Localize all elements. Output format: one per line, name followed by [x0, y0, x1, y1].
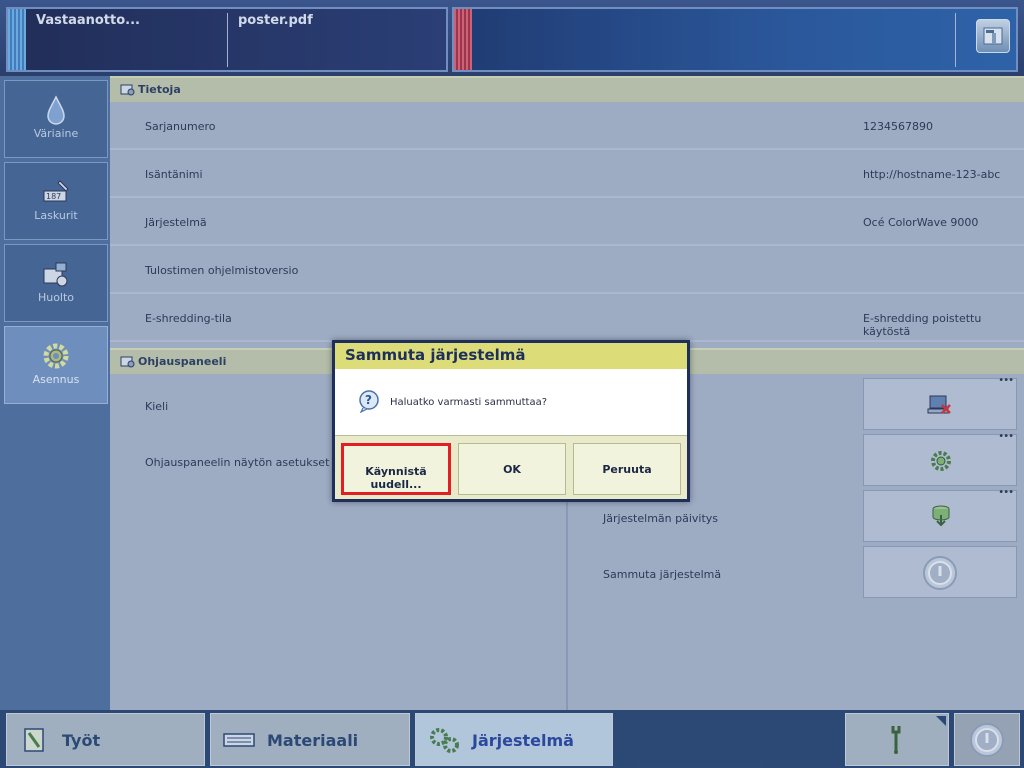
divider — [227, 13, 228, 67]
settings-button[interactable]: ••• — [863, 431, 1017, 486]
more-icon: ••• — [998, 375, 1014, 386]
system-update-button[interactable]: ••• — [863, 487, 1017, 542]
settings-gear-icon — [931, 451, 951, 471]
remote-access-button[interactable]: ••• — [863, 375, 1017, 430]
job-status-stripe — [8, 9, 26, 70]
row-label: Ohjauspaneelin näytön asetukset — [145, 456, 330, 469]
job-name: Vastaanotto... — [36, 13, 140, 28]
file-name: poster.pdf — [238, 13, 313, 28]
row-label: Kieli — [145, 400, 169, 413]
power-icon — [970, 723, 1004, 757]
info-row: E-shredding-tila E-shredding poistettu k… — [110, 296, 1024, 342]
section-title: Tietoja — [138, 83, 181, 96]
info-row: Isäntänimi http://hostname-123-abc — [110, 152, 1024, 198]
printer-status-panel[interactable] — [452, 7, 1018, 72]
tab-label: Järjestelmä — [472, 731, 574, 750]
nav-item-label: Laskurit — [34, 209, 78, 222]
info-row: Sarjanumero 1234567890 — [110, 104, 1024, 150]
row-label: E-shredding-tila — [145, 312, 232, 325]
nav-item-toner[interactable]: Väriaine — [4, 80, 108, 158]
tab-media[interactable]: Materiaali — [210, 713, 410, 766]
printer-status-stripe — [454, 9, 472, 70]
maintenance-icon — [43, 262, 68, 287]
row-label: Isäntänimi — [145, 168, 203, 181]
media-icon — [223, 733, 255, 747]
section-title: Ohjauspaneeli — [138, 355, 227, 368]
ok-button[interactable]: OK — [458, 443, 566, 495]
wrench-icon — [891, 726, 901, 754]
nav-item-counters[interactable]: 187 Laskurit — [4, 162, 108, 240]
svg-text:?: ? — [365, 393, 372, 407]
job-status-panel[interactable]: Vastaanotto... poster.pdf — [6, 7, 448, 72]
top-status-bar: Vastaanotto... poster.pdf — [0, 0, 1024, 76]
tab-label: Työt — [62, 731, 101, 750]
svg-text:187: 187 — [46, 192, 61, 201]
dialog-message: Haluatko varmasti sammuttaa? — [390, 397, 548, 408]
info-section-icon — [120, 84, 135, 96]
tools-button[interactable] — [845, 713, 949, 766]
row-value: http://hostname-123-abc — [863, 168, 1001, 181]
row-value: Océ ColorWave 9000 — [863, 216, 979, 229]
nav-item-setup[interactable]: Asennus — [4, 326, 108, 404]
row-label: Sammuta järjestelmä — [603, 568, 722, 581]
power-icon — [923, 556, 957, 590]
row-value: 1234567890 — [863, 120, 933, 133]
printer-view-button[interactable] — [976, 19, 1010, 53]
tab-system[interactable]: Järjestelmä — [415, 713, 613, 766]
restart-button[interactable]: Käynnistä uudell... — [341, 443, 451, 495]
question-icon: ? — [359, 390, 379, 413]
shutdown-system-button[interactable] — [863, 546, 1017, 598]
nav-item-label: Väriaine — [33, 127, 79, 140]
shutdown-dialog: Sammuta järjestelmä ? Haluatko varmasti … — [332, 340, 690, 502]
update-icon — [932, 505, 950, 527]
row-label: Tulostimen ohjelmistoversio — [145, 264, 299, 277]
row-value: E-shredding poistettu käytöstä — [863, 312, 982, 338]
bottom-tab-bar: Työt Materiaali Järjestelmä — [0, 710, 1024, 768]
row-label: Järjestelmän päivitys — [603, 512, 719, 525]
gear-icon — [43, 343, 69, 369]
corner-indicator-icon — [936, 716, 946, 726]
tab-jobs[interactable]: Työt — [6, 713, 205, 766]
tab-label: Materiaali — [267, 731, 359, 750]
system-gears-icon — [430, 728, 459, 753]
dialog-title: Sammuta järjestelmä — [335, 343, 687, 369]
jobs-icon — [24, 728, 44, 752]
dialog-button-bar: Käynnistä uudell... OK Peruuta — [335, 435, 687, 499]
remote-off-icon — [927, 395, 951, 414]
cancel-button[interactable]: Peruuta — [573, 443, 681, 495]
printer-icon — [983, 27, 1003, 45]
more-icon: ••• — [998, 487, 1014, 498]
power-button[interactable] — [954, 713, 1020, 766]
info-row: Järjestelmä Océ ColorWave 9000 — [110, 200, 1024, 246]
panel-section-icon — [120, 356, 135, 368]
row-label: Järjestelmä — [145, 216, 207, 229]
nav-item-label: Huolto — [37, 291, 75, 304]
info-section-header: Tietoja — [110, 76, 1024, 102]
toner-drop-icon — [47, 95, 65, 125]
divider — [955, 13, 956, 67]
counter-icon: 187 — [43, 180, 69, 202]
nav-item-maintenance[interactable]: Huolto — [4, 244, 108, 322]
row-label: Sarjanumero — [145, 120, 216, 133]
nav-item-label: Asennus — [32, 373, 80, 386]
left-navigation: Väriaine 187 Laskurit Huolto Asennus — [0, 76, 110, 710]
more-icon: ••• — [998, 431, 1014, 442]
info-row: Tulostimen ohjelmistoversio — [110, 248, 1024, 294]
